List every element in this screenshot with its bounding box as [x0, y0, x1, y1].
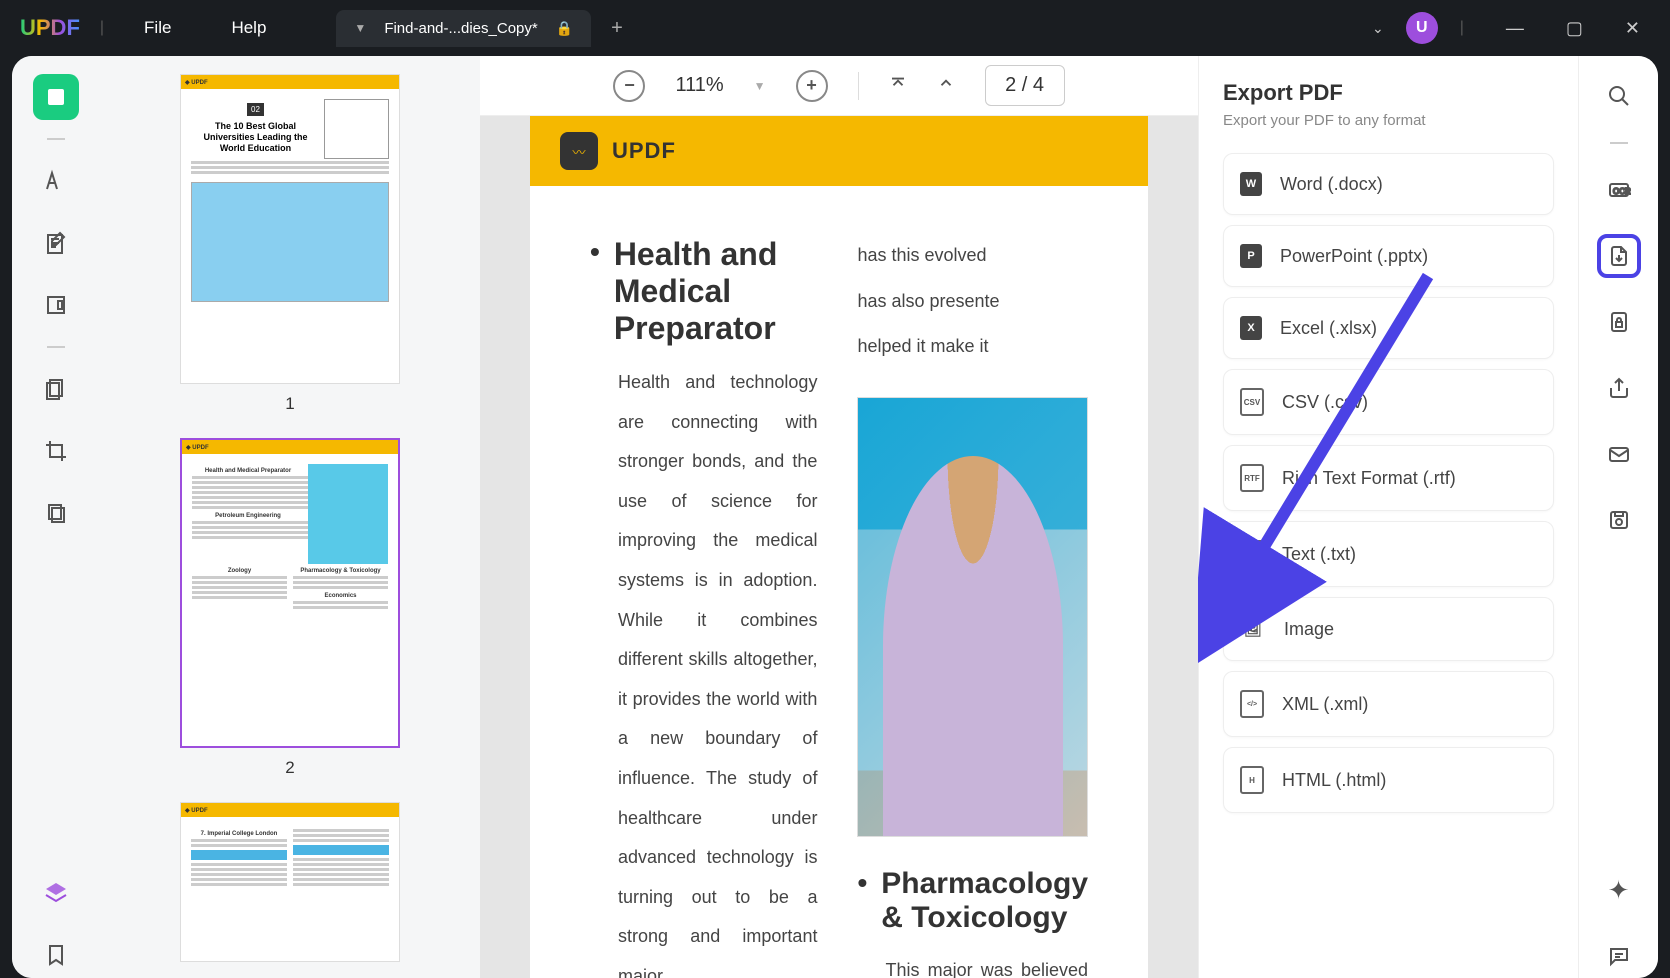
search-button[interactable] [1597, 74, 1641, 118]
export-label: Image [1284, 619, 1334, 640]
page-canvas[interactable]: 〰 UPDF •Health and Medical Preparator He… [480, 116, 1198, 978]
left-toolbar [12, 56, 100, 978]
thumbnails-panel: ◆ UPDF 02 The 10 Best Global Universitie… [100, 56, 480, 978]
reader-tool[interactable] [33, 74, 79, 120]
export-csv[interactable]: CSV CSV (.csv) [1223, 369, 1554, 435]
email-button[interactable] [1597, 432, 1641, 476]
export-label: Text (.txt) [1282, 544, 1356, 565]
maximize-button[interactable]: ▢ [1556, 13, 1593, 44]
export-label: PowerPoint (.pptx) [1280, 246, 1428, 267]
bookmark-tool[interactable] [33, 932, 79, 978]
chevron-down-icon[interactable]: ⌄ [1372, 20, 1384, 37]
app-logo: UPDF [20, 15, 80, 41]
word-icon: W [1240, 172, 1262, 196]
export-html[interactable]: H HTML (.html) [1223, 747, 1554, 813]
redact-tool[interactable] [33, 490, 79, 536]
xml-icon: </> [1240, 690, 1264, 718]
thumbnail-3[interactable]: ◆ UPDF 7. Imperial College London [160, 802, 420, 962]
user-avatar[interactable]: U [1406, 12, 1438, 44]
export-label: CSV (.csv) [1282, 392, 1368, 413]
zoom-level: 111% [675, 74, 723, 97]
export-button[interactable] [1597, 234, 1641, 278]
section-text: This major was believed to be an alterna… [857, 951, 1088, 978]
separator [47, 138, 65, 140]
export-title: Export PDF [1223, 80, 1554, 106]
export-text[interactable]: T Text (.txt) [1223, 521, 1554, 587]
save-button[interactable] [1597, 498, 1641, 542]
text-fragment: helped it make it [857, 327, 1088, 367]
zoom-in-button[interactable]: + [796, 70, 828, 102]
close-button[interactable]: ✕ [1615, 13, 1650, 44]
svg-text:OCR: OCR [1613, 187, 1631, 196]
doc-logo: UPDF [612, 138, 676, 164]
divider: | [1460, 19, 1464, 37]
document-tab[interactable]: ▼ Find-and-...dies_Copy* 🔒 [336, 10, 591, 47]
export-label: Excel (.xlsx) [1280, 318, 1377, 339]
export-label: Rich Text Format (.rtf) [1282, 468, 1456, 489]
right-toolbar: OCR ✦ [1578, 56, 1658, 978]
page-tool[interactable] [33, 366, 79, 412]
export-powerpoint[interactable]: P PowerPoint (.pptx) [1223, 225, 1554, 287]
export-subtitle: Export your PDF to any format [1223, 112, 1554, 129]
menu-help[interactable]: Help [231, 18, 266, 38]
rtf-icon: RTF [1240, 464, 1264, 492]
chat-button[interactable] [1597, 934, 1641, 978]
ocr-button[interactable]: OCR [1597, 168, 1641, 212]
csv-icon: CSV [1240, 388, 1264, 416]
export-label: Word (.docx) [1280, 174, 1383, 195]
export-label: HTML (.html) [1282, 770, 1386, 791]
minimize-button[interactable]: — [1496, 13, 1534, 44]
layers-tool[interactable] [33, 870, 79, 916]
export-excel[interactable]: X Excel (.xlsx) [1223, 297, 1554, 359]
page-toolbar: − 111% ▼ + 2 / 4 [480, 56, 1198, 116]
export-xml[interactable]: </> XML (.xml) [1223, 671, 1554, 737]
edit-tool[interactable] [33, 220, 79, 266]
thumbnail-2[interactable]: ◆ UPDF Health and Medical Preparator Pet… [160, 438, 420, 778]
thumb-number: 2 [160, 758, 420, 778]
powerpoint-icon: P [1240, 244, 1262, 268]
separator [47, 346, 65, 348]
app-body: ◆ UPDF 02 The 10 Best Global Universitie… [12, 56, 1658, 978]
page-indicator[interactable]: 2 / 4 [985, 65, 1065, 106]
text-fragment: has this evolved [857, 236, 1088, 276]
text-icon: T [1240, 540, 1264, 568]
export-label: XML (.xml) [1282, 694, 1368, 715]
export-panel: Export PDF Export your PDF to any format… [1198, 56, 1578, 978]
section-heading: •Pharmacology & Toxicology [857, 867, 1088, 935]
export-rtf[interactable]: RTF Rich Text Format (.rtf) [1223, 445, 1554, 511]
section-heading: •Health and Medical Preparator [590, 236, 817, 347]
doc-header: 〰 UPDF [530, 116, 1148, 186]
export-word[interactable]: W Word (.docx) [1223, 153, 1554, 215]
divider: | [100, 19, 104, 37]
zoom-dropdown-icon[interactable]: ▼ [754, 79, 766, 93]
crop-tool[interactable] [33, 428, 79, 474]
section-text: Health and technology are connecting wit… [590, 363, 817, 978]
text-fragment: has also presente [857, 282, 1088, 322]
html-icon: H [1240, 766, 1264, 794]
tab-dropdown-icon[interactable]: ▼ [354, 21, 366, 35]
separator [858, 72, 859, 100]
comment-tool[interactable] [33, 158, 79, 204]
share-button[interactable] [1597, 366, 1641, 410]
ai-button[interactable]: ✦ [1597, 868, 1641, 912]
document-page: 〰 UPDF •Health and Medical Preparator He… [530, 116, 1148, 978]
zoom-out-button[interactable]: − [613, 70, 645, 102]
export-image[interactable]: 🖼 Image [1223, 597, 1554, 661]
document-image [857, 397, 1088, 837]
menu-file[interactable]: File [144, 18, 171, 38]
organize-tool[interactable] [33, 282, 79, 328]
thumb-number: 1 [160, 394, 420, 414]
protect-button[interactable] [1597, 300, 1641, 344]
excel-icon: X [1240, 316, 1262, 340]
page-view: − 111% ▼ + 2 / 4 〰 UPDF •Health and Medi… [480, 56, 1198, 978]
tab-title: Find-and-...dies_Copy* [384, 20, 537, 37]
thumbnail-1[interactable]: ◆ UPDF 02 The 10 Best Global Universitie… [160, 74, 420, 414]
lock-icon: 🔒 [556, 20, 573, 37]
titlebar: UPDF | File Help ▼ Find-and-...dies_Copy… [0, 0, 1670, 56]
image-icon: 🖼 [1240, 616, 1266, 642]
separator [1610, 142, 1628, 144]
first-page-button[interactable] [889, 74, 907, 97]
prev-page-button[interactable] [937, 74, 955, 97]
add-tab-button[interactable]: + [611, 17, 623, 40]
